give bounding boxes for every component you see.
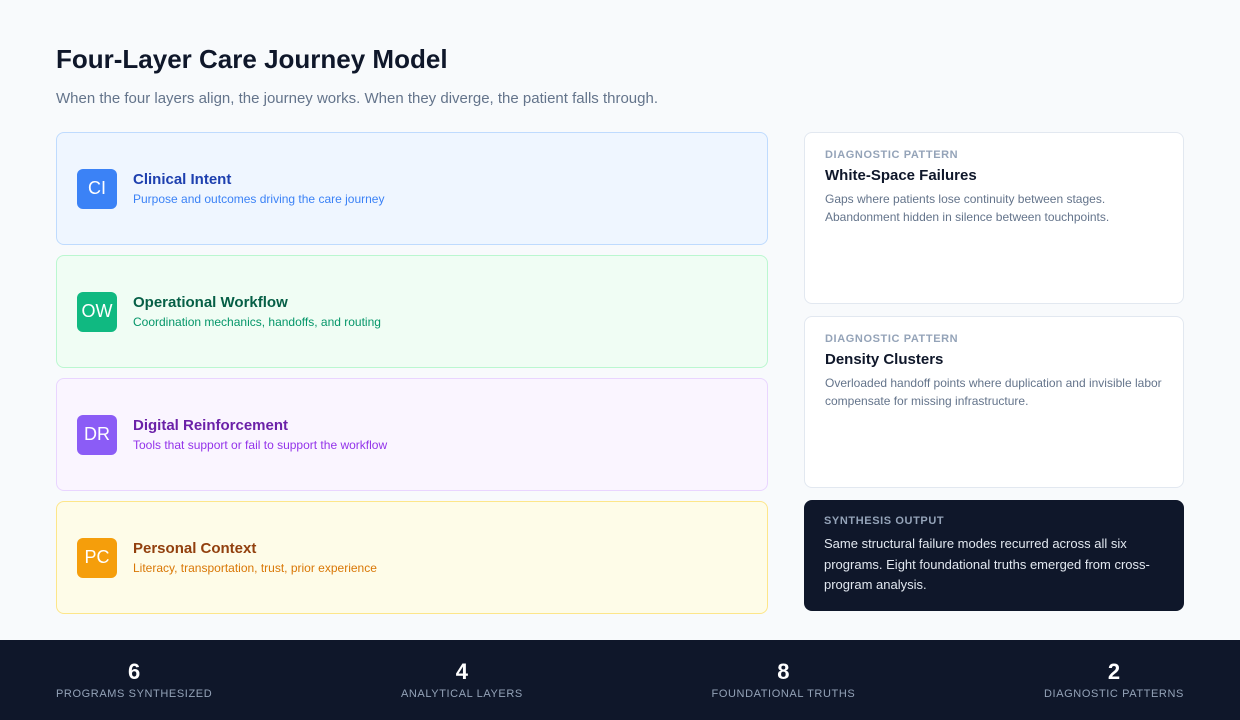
- layer-description: Tools that support or fail to support th…: [133, 437, 388, 452]
- stat-label: DIAGNOSTIC PATTERNS: [1044, 688, 1184, 700]
- synthesis-output-card: SYNTHESIS OUTPUT Same structural failure…: [804, 500, 1184, 611]
- layer-description: Coordination mechanics, handoffs, and ro…: [133, 314, 381, 329]
- layer-card-personal-context: PC Personal Context Literacy, transporta…: [56, 501, 768, 614]
- layer-description: Literacy, transportation, trust, prior e…: [133, 560, 377, 575]
- stat-value: 4: [455, 659, 468, 684]
- stat-label: ANALYTICAL LAYERS: [400, 688, 523, 700]
- pattern-eyebrow: DIAGNOSTIC PATTERN: [825, 149, 959, 161]
- page-header: Four-Layer Care Journey Model When the f…: [56, 44, 1184, 108]
- synthesis-description: Same structural failure modes recurred a…: [824, 536, 1150, 592]
- pattern-description: Overloaded handoff points where duplicat…: [825, 376, 1162, 408]
- stat-label: FOUNDATIONAL TRUTHS: [711, 688, 856, 700]
- layer-badge: PC: [77, 537, 117, 578]
- layer-title: Personal Context: [133, 539, 257, 557]
- layer-badge: DR: [77, 414, 117, 455]
- layer-title: Operational Workflow: [133, 293, 288, 311]
- layer-list: CI Clinical Intent Purpose and outcomes …: [56, 132, 768, 624]
- layer-card-operational-workflow: OW Operational Workflow Coordination mec…: [56, 255, 768, 368]
- layer-card-clinical-intent: CI Clinical Intent Purpose and outcomes …: [56, 132, 768, 245]
- layer-title: Clinical Intent: [133, 170, 232, 188]
- layer-badge: CI: [77, 168, 117, 209]
- pattern-card-white-space: DIAGNOSTIC PATTERN White-Space Failures …: [804, 132, 1184, 304]
- pattern-title: Density Clusters: [825, 351, 944, 368]
- layer-description: Purpose and outcomes driving the care jo…: [133, 191, 385, 206]
- stat-label: PROGRAMS SYNTHESIZED: [56, 688, 213, 700]
- stats-footer: 6 PROGRAMS SYNTHESIZED 4 ANALYTICAL LAYE…: [0, 640, 1240, 720]
- stat-layers: 4 ANALYTICAL LAYERS: [401, 640, 523, 720]
- stat-value: 2: [1107, 659, 1121, 684]
- pattern-eyebrow: DIAGNOSTIC PATTERN: [825, 333, 959, 345]
- layer-title: Digital Reinforcement: [133, 416, 289, 434]
- stat-value: 6: [128, 659, 141, 684]
- stat-patterns: 2 DIAGNOSTIC PATTERNS: [1044, 640, 1184, 720]
- layer-badge: OW: [77, 291, 117, 332]
- pattern-card-density-clusters: DIAGNOSTIC PATTERN Density Clusters Over…: [804, 316, 1184, 488]
- page-subtitle: When the four layers align, the journey …: [56, 90, 658, 107]
- synthesis-eyebrow: SYNTHESIS OUTPUT: [824, 515, 945, 527]
- stat-programs: 6 PROGRAMS SYNTHESIZED: [56, 640, 212, 720]
- pattern-title: White-Space Failures: [825, 167, 977, 184]
- pattern-description: Gaps where patients lose continuity betw…: [825, 192, 1110, 224]
- stat-truths: 8 FOUNDATIONAL TRUTHS: [712, 640, 856, 720]
- stat-value: 8: [777, 659, 790, 684]
- page-title: Four-Layer Care Journey Model: [56, 44, 448, 74]
- pattern-column: DIAGNOSTIC PATTERN White-Space Failures …: [804, 132, 1184, 611]
- layer-card-digital-reinforcement: DR Digital Reinforcement Tools that supp…: [56, 378, 768, 491]
